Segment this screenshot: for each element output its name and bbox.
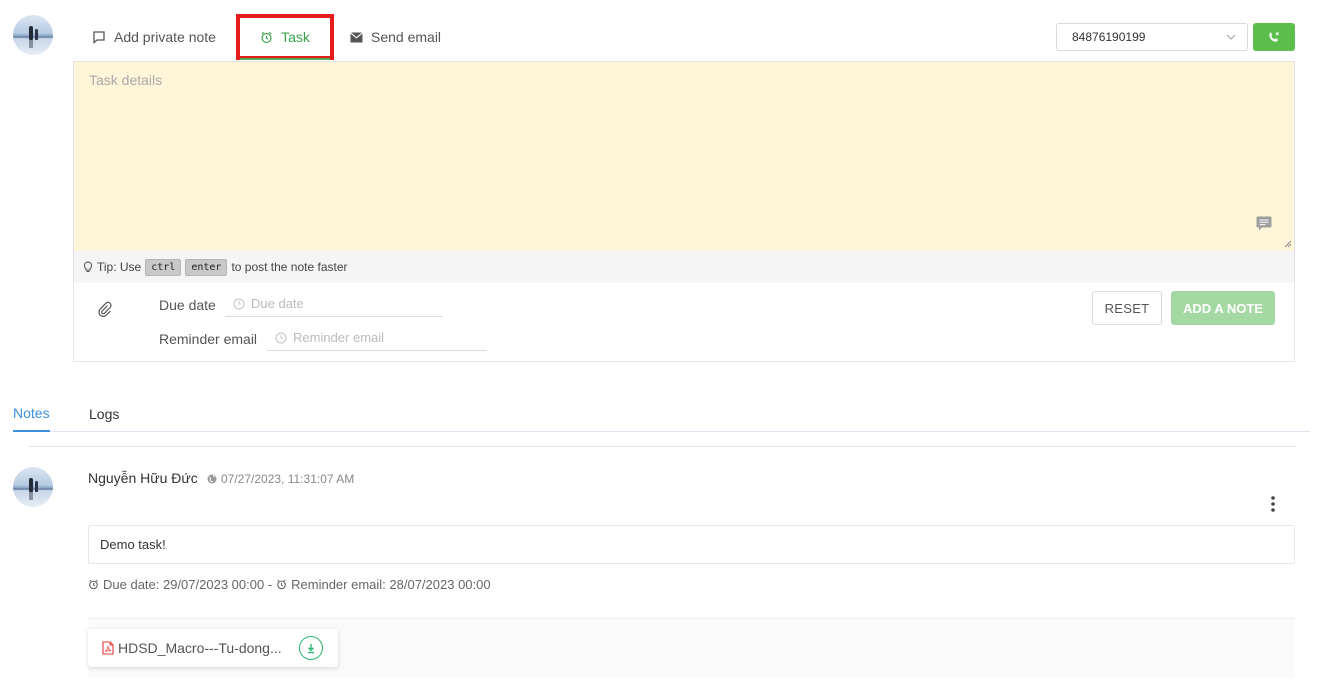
resize-grip-icon[interactable] — [1284, 240, 1292, 248]
tab-label: Task — [281, 29, 310, 45]
phone-number-value: 84876190199 — [1072, 30, 1146, 44]
lightbulb-icon — [83, 261, 93, 272]
clock-icon — [275, 332, 287, 343]
alarm-clock-icon — [261, 31, 272, 43]
download-icon — [308, 643, 314, 653]
task-dates: Due date: 29/07/2023 00:00 - Reminder em… — [88, 577, 491, 592]
clock-icon — [233, 298, 245, 309]
author-avatar — [13, 467, 53, 507]
attachment-filename: HDSD_Macro---Tu-dong... — [118, 640, 282, 656]
alarm-clock-icon — [89, 579, 98, 590]
note-timestamp: 07/27/2023, 11:31:07 AM — [207, 472, 354, 486]
kbd-enter: enter — [185, 258, 228, 276]
tip-suffix: to post the note faster — [231, 260, 348, 274]
reminder-email-label: Reminder email — [159, 331, 258, 347]
tip-prefix: Tip: Use — [97, 260, 142, 274]
alarm-clock-icon — [277, 579, 286, 590]
user-avatar — [13, 15, 53, 55]
reset-button[interactable]: RESET — [1092, 291, 1162, 325]
due-date-placeholder: Due date — [251, 296, 304, 311]
phone-icon — [1269, 32, 1279, 42]
pdf-file-icon — [102, 641, 114, 655]
kbd-ctrl: ctrl — [145, 258, 182, 276]
message-icon[interactable] — [1256, 216, 1272, 231]
chat-bubble-icon — [93, 31, 105, 44]
tab-task[interactable]: Task — [236, 14, 334, 60]
tab-notes[interactable]: Notes — [13, 396, 50, 432]
due-date-label: Due date — [159, 297, 216, 313]
reminder-email-placeholder: Reminder email — [293, 330, 385, 345]
reminder-email-text: Reminder email: 28/07/2023 00:00 — [291, 577, 491, 592]
tab-label: Add private note — [114, 29, 216, 45]
chevron-down-icon — [1226, 34, 1236, 40]
attachment-card[interactable]: HDSD_Macro---Tu-dong... — [88, 629, 338, 667]
timestamp-text: 07/27/2023, 11:31:07 AM — [221, 472, 355, 486]
globe-icon — [207, 474, 217, 484]
tab-send-email[interactable]: Send email — [338, 14, 458, 60]
add-note-button[interactable]: ADD A NOTE — [1171, 291, 1275, 325]
note-author: Nguyễn Hữu Đức — [88, 470, 198, 486]
phone-number-select[interactable]: 84876190199 — [1056, 23, 1248, 51]
call-button[interactable] — [1253, 23, 1295, 51]
tab-logs[interactable]: Logs — [89, 396, 119, 431]
tab-add-private-note[interactable]: Add private note — [80, 14, 230, 60]
task-composer: Tip: Use ctrl enter to post the note fas… — [73, 61, 1295, 362]
note-body: Demo task! — [88, 525, 1295, 564]
paperclip-icon[interactable] — [98, 301, 112, 317]
envelope-icon — [350, 31, 363, 42]
due-date-input[interactable]: Due date — [225, 291, 443, 317]
tab-label: Send email — [371, 29, 442, 45]
more-options-icon[interactable] — [1264, 494, 1282, 514]
due-date-text: Due date: 29/07/2023 00:00 - — [103, 577, 273, 592]
tip-bar: Tip: Use ctrl enter to post the note fas… — [74, 251, 1294, 283]
feed-tabs: Notes Logs — [13, 396, 1310, 432]
divider — [28, 446, 1296, 447]
reminder-email-input[interactable]: Reminder email — [267, 325, 487, 351]
download-button[interactable] — [299, 636, 323, 660]
composer-tabs: Add private note Task Send email — [80, 14, 458, 60]
task-details-input[interactable] — [74, 62, 1294, 251]
note-body-text: Demo task! — [100, 537, 166, 552]
